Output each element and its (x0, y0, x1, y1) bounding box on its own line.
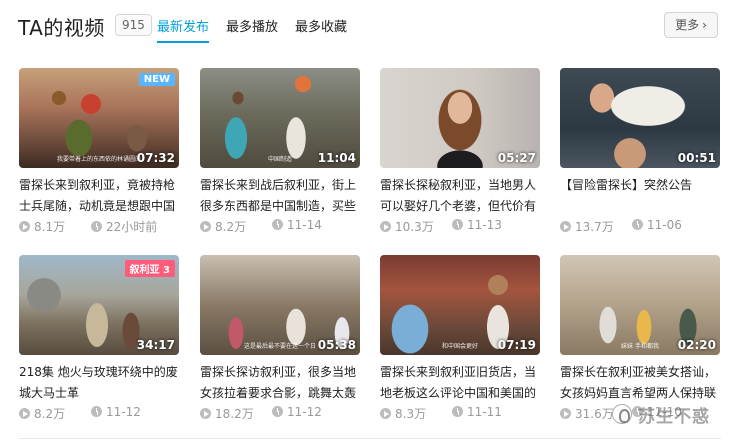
video-meta: 8.1万 22小时前 (19, 218, 179, 234)
video-thumbnail[interactable]: 妹妹 手和都我 02:20 (560, 255, 720, 355)
clock-icon (632, 219, 643, 230)
play-count-icon (200, 221, 211, 232)
publish-date: 22小时前 (91, 218, 157, 235)
video-title[interactable]: 雷探长在叙利亚被美女搭讪，女孩妈妈直言希望两人保持联 (560, 362, 720, 404)
play-count: 31.6万 (560, 405, 614, 422)
clock-icon (272, 406, 283, 417)
video-card[interactable]: 05:27 雷探长探秘叙利亚，当地男人可以娶好几个老婆，但代价有 10.3万 1… (380, 68, 540, 243)
play-count: 8.3万 (380, 405, 426, 422)
video-title[interactable]: 218集 炮火与玫瑰环绕中的废城大马士革 (19, 362, 179, 404)
video-duration: 02:20 (677, 338, 716, 352)
clock-icon (91, 221, 102, 232)
video-card[interactable]: 00:51 【冒险雷探长】突然公告 13.7万 11-06 (560, 68, 720, 243)
video-thumbnail[interactable]: 00:51 (560, 68, 720, 168)
video-card[interactable]: 和中国会更好 07:19 雷探长来到叙利亚旧货店，当地老板这么评论中国和美国的 … (380, 255, 540, 430)
video-card[interactable]: 这是最后最不要在这一个日 05:38 雷探长探访叙利亚，很多当地女孩拉着要求合影… (200, 255, 360, 430)
video-title[interactable]: 雷探长探秘叙利亚，当地男人可以娶好几个老婆，但代价有 (380, 175, 540, 217)
tab-most-favorited[interactable]: 最多收藏 (295, 16, 347, 43)
video-card[interactable]: 中国制造 11:04 雷探长来到战后叙利亚，街上很多东西都是中国制造，买些 8.… (200, 68, 360, 243)
watermark: 苏生不惑 (612, 399, 710, 429)
watermark-text: 苏生不惑 (638, 406, 710, 427)
more-label: 更多 (675, 18, 700, 32)
publish-date: 11-13 (452, 218, 502, 232)
clock-icon (91, 406, 102, 417)
tab-most-played[interactable]: 最多播放 (226, 16, 278, 43)
video-duration: 00:51 (677, 151, 716, 165)
play-count-icon (380, 408, 391, 419)
play-count-icon (380, 221, 391, 232)
new-badge: NEW (138, 73, 175, 86)
video-meta: 8.3万 11-11 (380, 405, 540, 421)
video-meta: 13.7万 11-06 (560, 218, 720, 234)
video-meta: 8.2万 11-14 (200, 218, 360, 234)
play-count: 18.2万 (200, 405, 254, 422)
video-card[interactable]: 叙利亚 3 34:17 218集 炮火与玫瑰环绕中的废城大马士革 8.2万 11… (19, 255, 179, 430)
video-meta: 8.2万 11-12 (19, 405, 179, 421)
play-count-icon (560, 221, 571, 232)
video-thumbnail[interactable]: 中国制造 11:04 (200, 68, 360, 168)
more-button[interactable]: 更多 › (664, 12, 718, 38)
play-count-icon (200, 408, 211, 419)
video-title[interactable]: 雷探长探访叙利亚，很多当地女孩拉着要求合影，跳舞太轰动 (200, 362, 360, 404)
play-count: 10.3万 (380, 218, 434, 235)
video-duration: 34:17 (136, 338, 175, 352)
play-count-icon (19, 408, 30, 419)
video-count-badge: 915 (115, 14, 152, 36)
video-thumbnail[interactable]: NEW 我要带着上的东西依的林诵圆的 07:32 (19, 68, 179, 168)
sort-tabs: 最新发布 最多播放 最多收藏 (157, 16, 364, 43)
videos-header: TA的视频 915 最新发布 最多播放 最多收藏 更多 › (0, 0, 735, 56)
publish-date: 11-14 (272, 218, 322, 232)
clock-icon (272, 219, 283, 230)
clock-icon (452, 219, 463, 230)
play-count: 8.2万 (200, 218, 246, 235)
section-title: TA的视频 (18, 16, 105, 40)
video-duration: 07:19 (497, 338, 536, 352)
video-duration: 07:32 (136, 151, 175, 165)
video-duration: 05:27 (497, 151, 536, 165)
video-thumbnail[interactable]: 和中国会更好 07:19 (380, 255, 540, 355)
video-title[interactable]: 雷探长来到叙利亚旧货店，当地老板这么评论中国和美国的 (380, 362, 540, 404)
publish-date: 11-12 (91, 405, 141, 419)
video-meta: 18.2万 11-12 (200, 405, 360, 421)
video-title[interactable]: 雷探长来到叙利亚，竟被持枪士兵尾随，动机竟是想跟中国 (19, 175, 179, 217)
chevron-right-icon: › (702, 18, 707, 32)
divider (19, 438, 721, 439)
wechat-logo-icon (612, 404, 632, 424)
series-badge: 叙利亚 3 (124, 260, 175, 277)
video-thumbnail[interactable]: 这是最后最不要在这一个日 05:38 (200, 255, 360, 355)
play-count: 13.7万 (560, 218, 614, 235)
publish-date: 11-11 (452, 405, 502, 419)
play-count-icon (19, 221, 30, 232)
video-thumbnail[interactable]: 叙利亚 3 34:17 (19, 255, 179, 355)
publish-date: 11-12 (272, 405, 322, 419)
play-count: 8.2万 (19, 405, 65, 422)
video-duration: 05:38 (317, 338, 356, 352)
publish-date: 11-06 (632, 218, 682, 232)
tab-latest[interactable]: 最新发布 (157, 16, 210, 43)
clock-icon (452, 406, 463, 417)
play-count-icon (560, 408, 571, 419)
play-count: 8.1万 (19, 218, 65, 235)
video-card[interactable]: NEW 我要带着上的东西依的林诵圆的 07:32 雷探长来到叙利亚，竟被持枪士兵… (19, 68, 179, 243)
video-title[interactable]: 【冒险雷探长】突然公告 (560, 175, 720, 217)
video-thumbnail[interactable]: 05:27 (380, 68, 540, 168)
video-duration: 11:04 (317, 151, 356, 165)
video-title[interactable]: 雷探长来到战后叙利亚，街上很多东西都是中国制造，买些 (200, 175, 360, 217)
video-meta: 10.3万 11-13 (380, 218, 540, 234)
